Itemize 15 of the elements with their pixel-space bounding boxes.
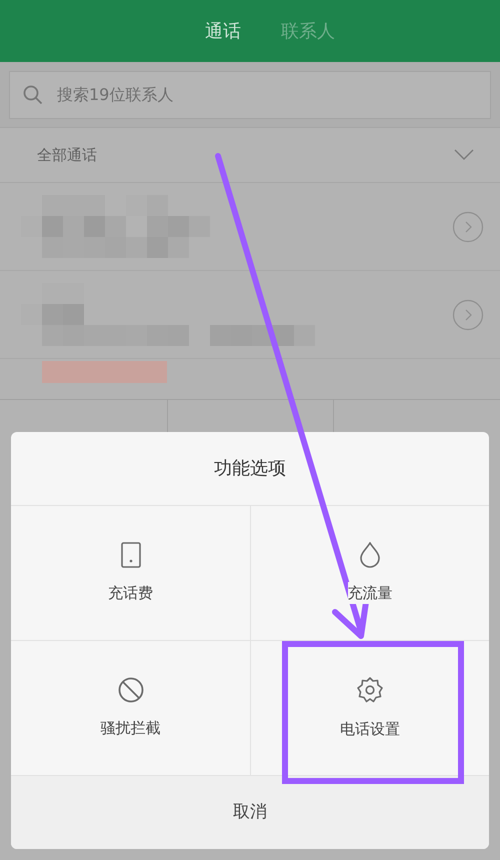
block-icon [118, 676, 144, 703]
chevron-circle-icon[interactable] [452, 298, 484, 330]
phone-icon [120, 542, 140, 568]
option-button[interactable]: 充流量 [250, 506, 489, 641]
filter-label: 全部通话 [37, 144, 97, 166]
search-field[interactable]: 搜索19位联系人 [9, 70, 491, 118]
dialog-title: 功能选项 [214, 457, 286, 481]
option-button[interactable]: 充话费 [11, 506, 250, 641]
chevron-circle-icon[interactable] [452, 210, 484, 242]
search-icon [23, 84, 43, 104]
drop-icon [359, 542, 381, 568]
cancel-button[interactable]: 取消 [11, 776, 489, 849]
tab[interactable]: 通话 [205, 18, 241, 44]
chevron-down-icon [454, 149, 474, 161]
gear-icon [356, 676, 384, 704]
